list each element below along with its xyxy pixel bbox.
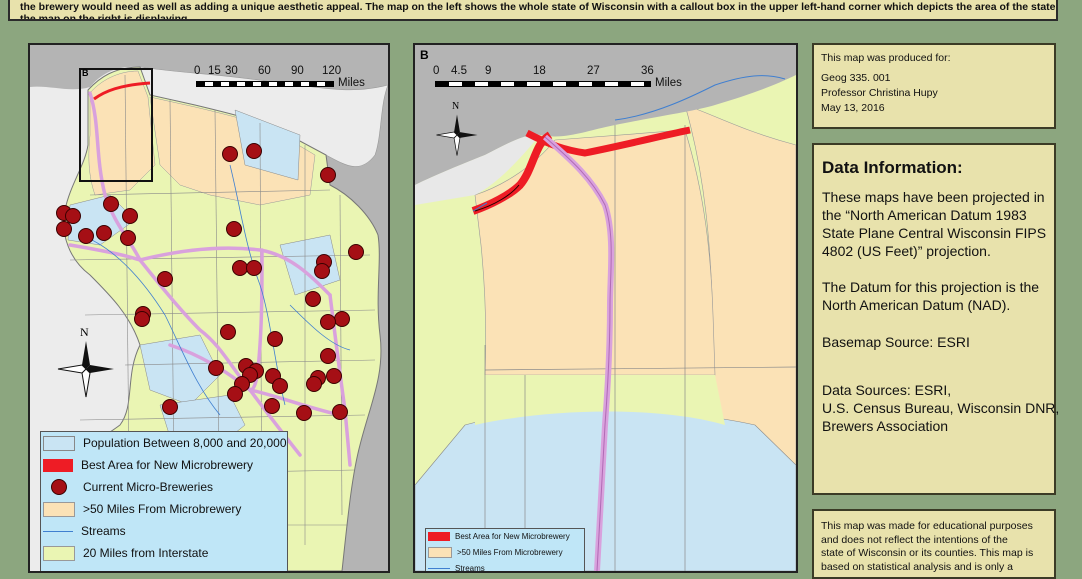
scale-bar-graphic [435, 81, 651, 87]
north-arrow-left: N [56, 325, 116, 399]
data-info-title: Data Information: [822, 158, 963, 177]
far-area-swatch [43, 501, 75, 517]
scale-tick-label: 30 [225, 65, 238, 77]
basemap-paragraph: Basemap Source: ESRI [822, 333, 1054, 351]
scale-bar-left: 0 15 30 60 90 120 Miles [190, 65, 370, 95]
scale-bar-graphic [196, 81, 334, 87]
data-information-panel: Data Information: These maps have been p… [812, 143, 1060, 495]
north-arrow-right: N [435, 101, 479, 159]
legend-label: Current Micro-Breweries [83, 480, 214, 494]
stream-line-icon [43, 530, 73, 532]
best-area-swatch [43, 458, 73, 472]
intro-text-box: the brewery would need as well as adding… [8, 0, 1058, 21]
callout-label: B [82, 68, 89, 78]
north-label: N [80, 325, 89, 339]
legend-label: Best Area for New Microbrewery [455, 532, 570, 541]
population-swatch [43, 435, 75, 451]
produced-for-panel: This map was produced for: Geog 335. 001… [812, 43, 1056, 129]
legend-item: >50 Miles From Microbrewery [426, 545, 563, 560]
far-area-swatch [428, 547, 452, 558]
scale-tick-label: 90 [291, 65, 304, 77]
legend-item: Streams [41, 521, 126, 541]
text-line: State Plane Central Wisconsin FIPS [822, 225, 1047, 241]
legend-label: 20 Miles from Interstate [83, 546, 209, 560]
text-line: Data Sources: ESRI, [822, 382, 952, 398]
scale-tick-label: 36 [641, 65, 654, 77]
scale-tick-label: 18 [533, 65, 546, 77]
scale-bar-right: 0 4.5 9 18 27 36 Miles [431, 65, 701, 95]
scale-unit: Miles [655, 77, 682, 89]
legend-item: Best Area for New Microbrewery [41, 455, 253, 475]
compass-icon [436, 114, 478, 156]
intro-line-2: the map on the right is displaying. [20, 13, 191, 21]
legend-label: >50 Miles From Microbrewery [83, 502, 242, 516]
interstate-buffer-swatch [43, 545, 75, 561]
legend-label: Best Area for New Microbrewery [81, 458, 254, 472]
legend-item: >50 Miles From Microbrewery [41, 499, 241, 519]
scale-tick-label: 15 [208, 65, 221, 77]
legend-label: Population Between 8,000 and 20,000 [83, 436, 287, 450]
scale-tick-label: 9 [485, 65, 492, 77]
brewery-icon [51, 479, 67, 495]
legend-label: Streams [81, 524, 126, 538]
text-line: The Datum for this projection is the [822, 279, 1040, 295]
text-line: and does not reflect the intentions of t… [821, 533, 1008, 546]
legend-label: >50 Miles From Microbrewery [457, 548, 563, 557]
legend-label: Streams [455, 564, 485, 573]
professor-name: Professor Christina Hupy [821, 87, 938, 99]
disclaimer-panel: This map was made for educational purpos… [812, 509, 1056, 579]
scale-tick-label: 0 [194, 65, 201, 77]
text-line: North American Datum (NAD). [822, 297, 1011, 313]
legend-left: Population Between 8,000 and 20,000 Best… [40, 431, 288, 571]
projection-paragraph: These maps have been projected in the “N… [822, 188, 1054, 260]
detail-map-b: B 0 4.5 9 18 27 36 Miles N Best Area for… [413, 43, 798, 573]
text-line: Basemap Source: ESRI [822, 334, 970, 350]
scale-unit: Miles [338, 77, 365, 89]
legend-right: Best Area for New Microbrewery >50 Miles… [425, 528, 585, 573]
frame-label: B [420, 48, 429, 62]
north-label: N [452, 101, 460, 112]
text-line: This map was made for educational purpos… [821, 520, 1033, 532]
scale-tick-label: 120 [322, 65, 342, 77]
scale-tick-label: 4.5 [451, 65, 467, 77]
wisconsin-state-map: B 0 15 30 60 90 120 Miles N Population B… [28, 43, 390, 573]
legend-item: Streams [426, 561, 485, 573]
scale-tick-label: 27 [587, 65, 600, 77]
datum-paragraph: The Datum for this projection is the Nor… [822, 278, 1054, 314]
intro-line-1: the brewery would need as well as adding… [20, 1, 1056, 13]
text-line: U.S. Census Bureau, Wisconsin DNR, [822, 400, 1060, 416]
text-line: state of Wisconsin or its counties. This… [821, 547, 1034, 559]
text-line: 4802 (US Feet)” projection. [822, 243, 991, 259]
course-code: Geog 335. 001 [821, 72, 891, 84]
scale-tick-label: 60 [258, 65, 271, 77]
produced-for-heading: This map was produced for: [821, 52, 951, 64]
compass-icon [57, 341, 114, 398]
map-date: May 13, 2016 [821, 102, 885, 114]
legend-item: Best Area for New Microbrewery [426, 529, 570, 544]
text-line: the “North American Datum 1983 [822, 207, 1027, 223]
text-line: based on statistical analysis and is onl… [821, 560, 1014, 573]
data-sources-paragraph: Data Sources: ESRI, U.S. Census Bureau, … [822, 381, 1060, 435]
text-line: These maps have been projected in [822, 189, 1045, 205]
text-line: Brewers Association [822, 418, 949, 434]
best-area-swatch [428, 532, 450, 541]
stream-line-icon [428, 568, 450, 569]
legend-item: 20 Miles from Interstate [41, 543, 208, 563]
legend-item: Current Micro-Breweries [41, 477, 213, 497]
scale-tick-label: 0 [433, 65, 440, 77]
legend-item: Population Between 8,000 and 20,000 [41, 433, 287, 453]
